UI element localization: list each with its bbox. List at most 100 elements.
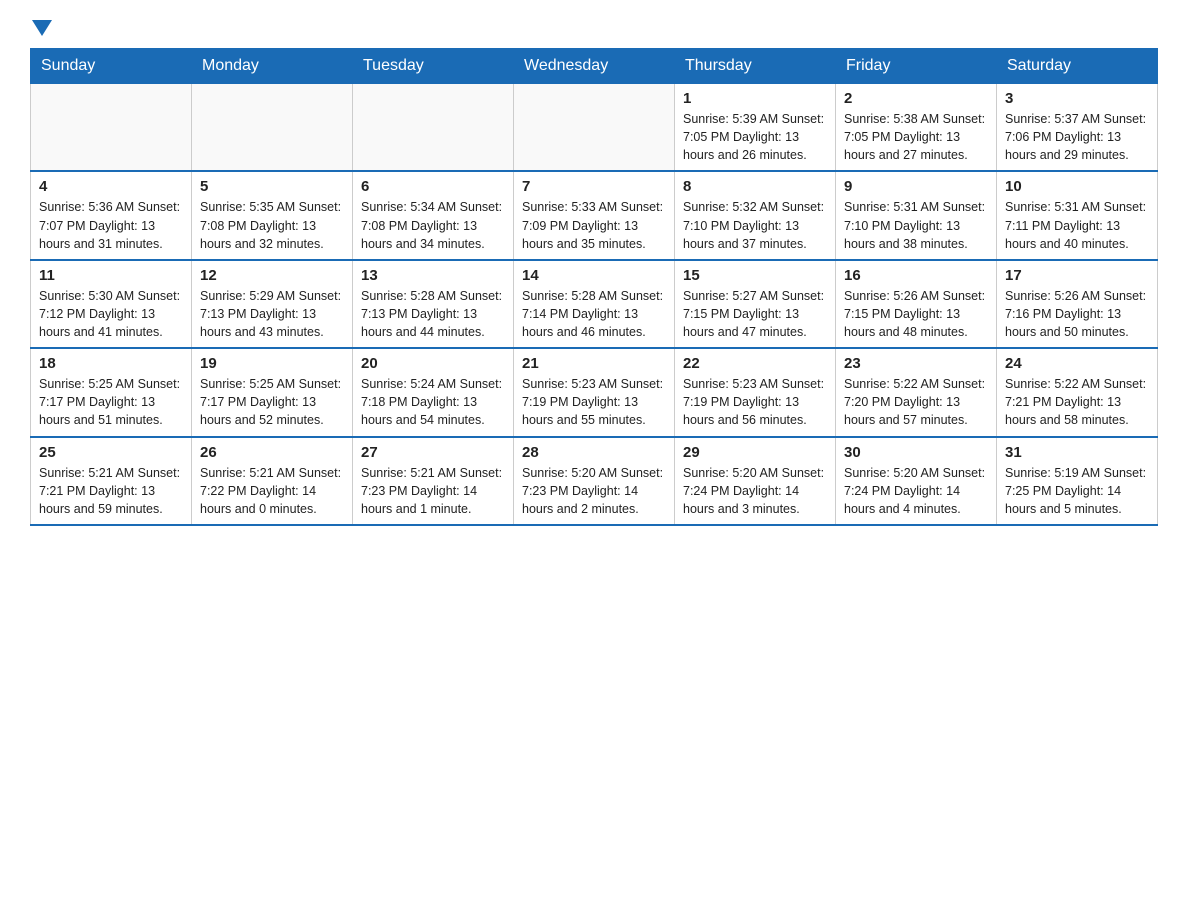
calendar-cell: 15Sunrise: 5:27 AM Sunset: 7:15 PM Dayli… [675,260,836,348]
logo-triangle-icon [32,20,52,36]
day-number: 10 [1005,178,1149,195]
calendar-cell: 30 Sunrise: 5:20 AM Sunset: 7:24 PM Dayli… [836,437,997,525]
calendar-cell: 8Sunrise: 5:32 AM Sunset: 7:10 PM Daylig… [675,171,836,259]
calendar-cell [192,84,353,172]
day-number: 22 [683,355,827,372]
day-number: 18 [39,355,183,372]
day-info: Sunrise: 5:20 AM Sunset: 7:24 PM Dayligh… [683,464,827,518]
day-info: Sunrise: 5:38 AM Sunset: 7:05 PM Dayligh… [844,110,988,164]
calendar-cell: 31 Sunrise: 5:19 AM Sunset: 7:25 PM Dayli… [997,437,1158,525]
day-number: 2 [844,90,988,107]
day-info: Sunrise: 5:25 AM Sunset: 7:17 PM Dayligh… [200,375,344,429]
calendar-cell: 13 Sunrise: 5:28 AM Sunset: 7:13 PM Dayli… [353,260,514,348]
calendar-cell: 1 Sunrise: 5:39 AM Sunset: 7:05 PM Daylig… [675,84,836,172]
calendar-cell: 23Sunrise: 5:22 AM Sunset: 7:20 PM Dayli… [836,348,997,436]
weekday-header-thursday: Thursday [675,49,836,84]
calendar-cell: 20 Sunrise: 5:24 AM Sunset: 7:18 PM Dayli… [353,348,514,436]
weekday-header-tuesday: Tuesday [353,49,514,84]
weekday-header-sunday: Sunday [31,49,192,84]
calendar-cell: 17 Sunrise: 5:26 AM Sunset: 7:16 PM Dayli… [997,260,1158,348]
weekday-header-saturday: Saturday [997,49,1158,84]
day-number: 8 [683,178,827,195]
weekday-header-friday: Friday [836,49,997,84]
day-number: 9 [844,178,988,195]
calendar-week-row: 1 Sunrise: 5:39 AM Sunset: 7:05 PM Daylig… [31,84,1158,172]
day-info: Sunrise: 5:33 AM Sunset: 7:09 PM Dayligh… [522,198,666,252]
calendar-cell [353,84,514,172]
calendar-cell: 16 Sunrise: 5:26 AM Sunset: 7:15 PM Dayli… [836,260,997,348]
calendar-cell: 11 Sunrise: 5:30 AM Sunset: 7:12 PM Dayli… [31,260,192,348]
weekday-header-row: SundayMondayTuesdayWednesdayThursdayFrid… [31,49,1158,84]
day-info: Sunrise: 5:34 AM Sunset: 7:08 PM Dayligh… [361,198,505,252]
day-number: 7 [522,178,666,195]
day-number: 13 [361,267,505,284]
day-number: 21 [522,355,666,372]
day-info: Sunrise: 5:21 AM Sunset: 7:23 PM Dayligh… [361,464,505,518]
calendar-cell: 25 Sunrise: 5:21 AM Sunset: 7:21 PM Dayli… [31,437,192,525]
day-number: 1 [683,90,827,107]
day-info: Sunrise: 5:35 AM Sunset: 7:08 PM Dayligh… [200,198,344,252]
weekday-header-wednesday: Wednesday [514,49,675,84]
logo [30,20,52,38]
calendar-cell: 29 Sunrise: 5:20 AM Sunset: 7:24 PM Dayli… [675,437,836,525]
calendar-cell: 2 Sunrise: 5:38 AM Sunset: 7:05 PM Daylig… [836,84,997,172]
calendar-cell: 10 Sunrise: 5:31 AM Sunset: 7:11 PM Dayli… [997,171,1158,259]
day-number: 12 [200,267,344,284]
calendar-cell: 27 Sunrise: 5:21 AM Sunset: 7:23 PM Dayli… [353,437,514,525]
day-info: Sunrise: 5:28 AM Sunset: 7:14 PM Dayligh… [522,287,666,341]
weekday-header-monday: Monday [192,49,353,84]
day-number: 30 [844,444,988,461]
day-number: 29 [683,444,827,461]
day-info: Sunrise: 5:29 AM Sunset: 7:13 PM Dayligh… [200,287,344,341]
day-info: Sunrise: 5:26 AM Sunset: 7:16 PM Dayligh… [1005,287,1149,341]
day-info: Sunrise: 5:31 AM Sunset: 7:10 PM Dayligh… [844,198,988,252]
day-info: Sunrise: 5:21 AM Sunset: 7:22 PM Dayligh… [200,464,344,518]
day-info: Sunrise: 5:30 AM Sunset: 7:12 PM Dayligh… [39,287,183,341]
calendar-cell: 26 Sunrise: 5:21 AM Sunset: 7:22 PM Dayli… [192,437,353,525]
day-number: 5 [200,178,344,195]
day-info: Sunrise: 5:21 AM Sunset: 7:21 PM Dayligh… [39,464,183,518]
day-info: Sunrise: 5:19 AM Sunset: 7:25 PM Dayligh… [1005,464,1149,518]
day-info: Sunrise: 5:27 AM Sunset: 7:15 PM Dayligh… [683,287,827,341]
day-info: Sunrise: 5:36 AM Sunset: 7:07 PM Dayligh… [39,198,183,252]
day-number: 28 [522,444,666,461]
calendar-cell: 7 Sunrise: 5:33 AM Sunset: 7:09 PM Daylig… [514,171,675,259]
page-header [30,20,1158,38]
calendar-cell [31,84,192,172]
calendar-cell: 19 Sunrise: 5:25 AM Sunset: 7:17 PM Dayli… [192,348,353,436]
calendar-week-row: 11 Sunrise: 5:30 AM Sunset: 7:12 PM Dayli… [31,260,1158,348]
day-info: Sunrise: 5:26 AM Sunset: 7:15 PM Dayligh… [844,287,988,341]
calendar-cell: 22 Sunrise: 5:23 AM Sunset: 7:19 PM Dayli… [675,348,836,436]
calendar-cell: 12 Sunrise: 5:29 AM Sunset: 7:13 PM Dayli… [192,260,353,348]
day-info: Sunrise: 5:28 AM Sunset: 7:13 PM Dayligh… [361,287,505,341]
calendar-cell: 24Sunrise: 5:22 AM Sunset: 7:21 PM Dayli… [997,348,1158,436]
calendar-cell: 4 Sunrise: 5:36 AM Sunset: 7:07 PM Daylig… [31,171,192,259]
day-number: 31 [1005,444,1149,461]
day-info: Sunrise: 5:23 AM Sunset: 7:19 PM Dayligh… [522,375,666,429]
day-info: Sunrise: 5:24 AM Sunset: 7:18 PM Dayligh… [361,375,505,429]
day-info: Sunrise: 5:23 AM Sunset: 7:19 PM Dayligh… [683,375,827,429]
day-number: 27 [361,444,505,461]
day-number: 17 [1005,267,1149,284]
day-number: 26 [200,444,344,461]
day-info: Sunrise: 5:31 AM Sunset: 7:11 PM Dayligh… [1005,198,1149,252]
day-number: 3 [1005,90,1149,107]
calendar-week-row: 4 Sunrise: 5:36 AM Sunset: 7:07 PM Daylig… [31,171,1158,259]
day-info: Sunrise: 5:39 AM Sunset: 7:05 PM Dayligh… [683,110,827,164]
calendar-cell: 18 Sunrise: 5:25 AM Sunset: 7:17 PM Dayli… [31,348,192,436]
day-info: Sunrise: 5:20 AM Sunset: 7:24 PM Dayligh… [844,464,988,518]
day-number: 20 [361,355,505,372]
day-number: 19 [200,355,344,372]
day-number: 25 [39,444,183,461]
day-number: 16 [844,267,988,284]
calendar-cell: 3 Sunrise: 5:37 AM Sunset: 7:06 PM Daylig… [997,84,1158,172]
day-number: 23 [844,355,988,372]
day-number: 11 [39,267,183,284]
day-info: Sunrise: 5:25 AM Sunset: 7:17 PM Dayligh… [39,375,183,429]
day-info: Sunrise: 5:22 AM Sunset: 7:21 PM Dayligh… [1005,375,1149,429]
calendar-table: SundayMondayTuesdayWednesdayThursdayFrid… [30,48,1158,526]
day-number: 4 [39,178,183,195]
day-info: Sunrise: 5:37 AM Sunset: 7:06 PM Dayligh… [1005,110,1149,164]
calendar-cell: 28Sunrise: 5:20 AM Sunset: 7:23 PM Dayli… [514,437,675,525]
calendar-cell: 9 Sunrise: 5:31 AM Sunset: 7:10 PM Daylig… [836,171,997,259]
